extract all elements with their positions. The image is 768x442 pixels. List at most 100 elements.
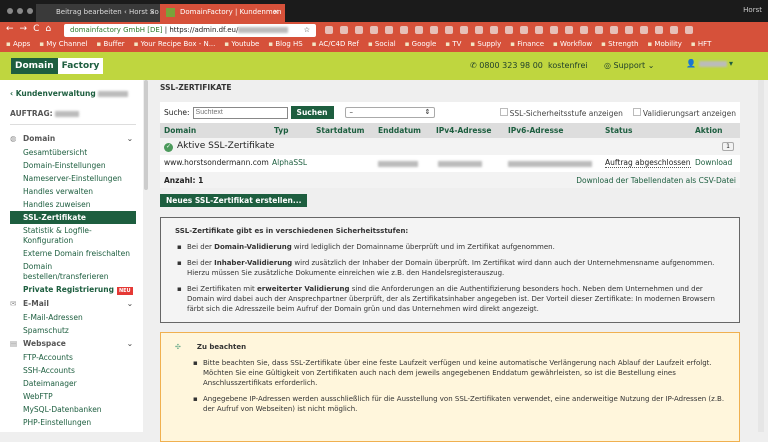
bookmark[interactable]: Blog HS: [268, 40, 302, 50]
favicon-icon: [166, 8, 175, 17]
sidebar-item[interactable]: Handles zuweisen: [0, 198, 143, 211]
warning-box: ✣ Zu beachten Bitte beachten Sie, dass SS…: [160, 332, 740, 442]
bookmark[interactable]: Mobility: [647, 40, 682, 50]
sidebar-item[interactable]: E-Mail-Adressen: [0, 311, 143, 324]
section-email[interactable]: ✉ E-Mail ⌄: [0, 297, 143, 311]
warning-title: Zu beachten: [196, 343, 247, 351]
sidebar-item[interactable]: Statistik & Logfile-Konfiguration: [0, 224, 110, 247]
bookmark[interactable]: AC/C4D Ref: [312, 40, 359, 50]
sidebar-item[interactable]: Externe Domain freischalten: [0, 247, 143, 260]
group-row[interactable]: ✓ Aktive SSL-Zertifikate 1: [160, 138, 740, 155]
section-webspace[interactable]: ▤ Webspace ⌄: [0, 337, 143, 351]
address-bar[interactable]: domainfactory GmbH [DE] | https://admin.…: [64, 24, 316, 37]
browser-user[interactable]: Horst: [743, 6, 762, 14]
info-item: Bei Zertifikaten mit erweiterter Validie…: [177, 284, 725, 314]
extensions[interactable]: [325, 26, 693, 34]
search-input[interactable]: [192, 106, 288, 119]
tab-domainfactory[interactable]: DomainFactory | Kundenmen ×: [160, 4, 285, 22]
sidebar-scrollbar[interactable]: [144, 80, 148, 190]
window-controls[interactable]: [7, 8, 33, 14]
section-domain[interactable]: ◍ Domain ⌄: [0, 132, 143, 146]
info-item: Bei der Inhaber-Validierung wird zusätzl…: [177, 258, 725, 278]
checkbox-validation-type[interactable]: Validierungsart anzeigen: [633, 108, 736, 118]
search-button[interactable]: Suchen: [290, 106, 334, 119]
col-ipv4[interactable]: IPv4-Adresse: [436, 126, 491, 135]
bookmark[interactable]: Social: [368, 40, 396, 50]
sidebar-item-private[interactable]: Private Registrierung NEU: [0, 283, 143, 297]
url: https://admin.df.eu/: [169, 26, 239, 34]
lifebuoy-icon: ◎: [604, 61, 614, 70]
sidebar-item[interactable]: Domain bestellen/transferieren: [0, 260, 109, 283]
sidebar-item[interactable]: Handles verwalten: [0, 185, 143, 198]
logo[interactable]: Domain Factory: [11, 58, 104, 74]
bookmark[interactable]: Finance: [510, 40, 544, 50]
bookmark[interactable]: Supply: [470, 40, 501, 50]
csv-download-link[interactable]: Download der Tabellendaten als CSV-Datei: [576, 176, 736, 185]
bookmark[interactable]: Strength: [601, 40, 638, 50]
sidebar-item[interactable]: Gesamtübersicht: [0, 146, 143, 159]
sidebar-item[interactable]: PHP-Einstellungen: [0, 416, 143, 429]
warning-item: Bitte beachten Sie, dass SSL-Zertifikate…: [193, 358, 725, 388]
checkbox-ssl-level[interactable]: SSL-Sicherheitsstufe anzeigen: [500, 108, 623, 118]
cell-ipv6-blurred: [508, 161, 592, 167]
account-menu[interactable]: 👤 ▾: [686, 59, 733, 68]
bookmark[interactable]: TV: [445, 40, 461, 50]
page-title: SSL-ZERTIFIKATE: [160, 83, 232, 92]
col-ipv6[interactable]: IPv6-Adresse: [508, 126, 563, 135]
check-circle-icon: ✓: [164, 143, 173, 152]
support-menu[interactable]: ◎ Support ⌄: [604, 61, 654, 70]
group-count: 1: [722, 142, 734, 151]
bookmark[interactable]: Buffer: [96, 40, 124, 50]
col-status[interactable]: Status: [605, 126, 632, 135]
cell-typ[interactable]: AlphaSSL: [272, 158, 307, 167]
support-label: Support: [613, 61, 646, 70]
bookmark[interactable]: HFT: [691, 40, 711, 50]
download-link[interactable]: Download: [695, 158, 732, 167]
sidebar-item-ssl-active[interactable]: SSL-Zertifikate: [10, 211, 136, 224]
puzzle-icon: ✣: [175, 343, 181, 351]
mail-icon: ✉: [10, 299, 17, 308]
sidebar-item[interactable]: MySQL-Datenbanken: [0, 403, 143, 416]
bookmark[interactable]: My Channel: [39, 40, 87, 50]
close-icon[interactable]: ×: [149, 8, 155, 16]
close-icon[interactable]: ×: [273, 8, 279, 16]
tab-label: Beitrag bearbeiten ‹ Horst So: [56, 8, 159, 16]
back-link[interactable]: ‹ Kundenverwaltung: [10, 89, 129, 98]
tab-beitrag[interactable]: Beitrag bearbeiten ‹ Horst So ×: [36, 4, 161, 22]
bookmark[interactable]: Your Recipe Box - N...: [134, 40, 216, 50]
page-scrollbar[interactable]: [758, 80, 764, 432]
phone-icon: ✆: [470, 61, 480, 70]
sidebar-item[interactable]: SSH-Accounts: [0, 364, 143, 377]
filter-select[interactable]: – ⇕: [344, 107, 435, 118]
bookmark[interactable]: Google: [405, 40, 437, 50]
sidebar-item[interactable]: Dateimanager: [0, 377, 143, 390]
sidebar-item[interactable]: Domain-Einstellungen: [0, 159, 143, 172]
cell-status[interactable]: Auftrag abgeschlossen: [605, 158, 691, 168]
sidebar-item[interactable]: WebFTP: [0, 390, 143, 403]
star-icon[interactable]: ☆: [304, 26, 310, 34]
bookmarks-bar: Apps My Channel Buffer Your Recipe Box - N.…: [0, 38, 768, 52]
new-certificate-button[interactable]: Neues SSL-Zertifikat erstellen...: [160, 194, 308, 207]
site-label: domainfactory GmbH [DE]: [70, 26, 163, 34]
user-icon: 👤: [686, 59, 696, 68]
site-header: Domain Factory ✆ 0800 323 98 00 kostenfre…: [0, 52, 768, 80]
sidebar-item[interactable]: Nameserver-Einstellungen: [0, 172, 143, 185]
sidebar-item[interactable]: Spamschutz: [0, 324, 143, 337]
bookmark[interactable]: Youtube: [224, 40, 259, 50]
col-enddatum[interactable]: Enddatum: [378, 126, 421, 135]
info-item: Bei der Domain-Validierung wird lediglic…: [177, 242, 725, 252]
search-label: Suche:: [164, 108, 190, 117]
sidebar-item[interactable]: FTP-Accounts: [0, 351, 143, 364]
bookmark[interactable]: Workflow: [553, 40, 592, 50]
col-startdatum[interactable]: Startdatum: [316, 126, 365, 135]
cell-domain: www.horstsondermann.com: [164, 158, 269, 167]
chevron-down-icon: ⌄: [126, 339, 133, 348]
phone-note: kostenfrei: [547, 61, 588, 70]
phone: ✆ 0800 323 98 00 kostenfrei: [470, 61, 588, 70]
bookmark[interactable]: Apps: [6, 40, 30, 50]
col-domain[interactable]: Domain: [164, 126, 196, 135]
chevron-down-icon: ⌄: [126, 134, 133, 143]
nav-buttons[interactable]: ←→C⌂: [6, 24, 57, 34]
col-typ[interactable]: Typ: [274, 126, 288, 135]
logo-b: Factory: [57, 58, 104, 74]
